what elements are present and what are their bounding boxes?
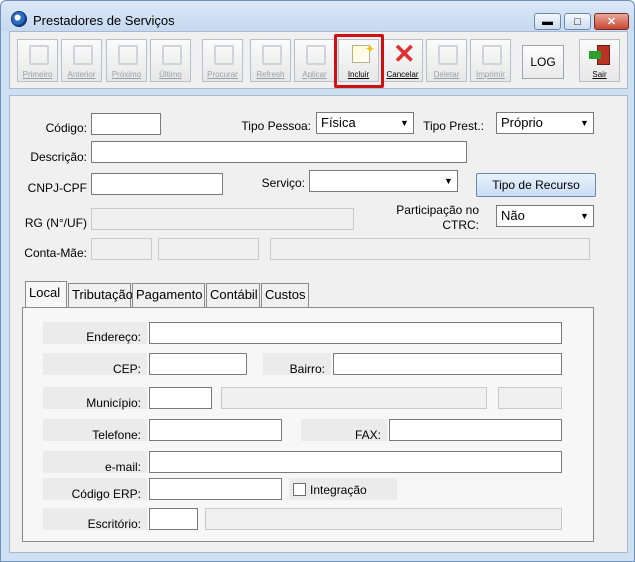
bairro-field[interactable]: [333, 353, 562, 375]
municipio-name-field[interactable]: [221, 387, 487, 409]
search-icon: [214, 45, 234, 65]
cep-field[interactable]: [149, 353, 247, 375]
participacao-value: Não: [501, 208, 525, 223]
print-button[interactable]: Imprimir: [470, 39, 511, 82]
first-button[interactable]: Primeiro: [17, 39, 58, 82]
rg-label: RG (N°/UF): [24, 216, 87, 230]
tipo-prest-select[interactable]: Próprio ▼: [496, 112, 594, 134]
servico-select[interactable]: ▼: [309, 170, 458, 192]
tipo-prest-value: Próprio: [501, 115, 543, 130]
codigo-erp-field[interactable]: [149, 478, 282, 500]
cnpj-cpf-field[interactable]: [91, 173, 223, 195]
tab-custos[interactable]: Custos: [261, 283, 309, 307]
conta-mae-field-2[interactable]: [158, 238, 259, 260]
search-button[interactable]: Procurar: [202, 39, 243, 82]
chevron-down-icon: ▼: [400, 118, 409, 128]
cancel-icon: ✕: [393, 39, 416, 69]
tab-tributacao[interactable]: Tributação: [68, 283, 133, 307]
servico-label: Serviço:: [261, 176, 305, 190]
bairro-label: Bairro:: [289, 362, 325, 376]
escritorio-name-field[interactable]: [205, 508, 562, 530]
cep-label: CEP:: [112, 362, 141, 376]
apply-button[interactable]: Aplicar: [294, 39, 335, 82]
tab-contabil[interactable]: Contábil: [206, 283, 260, 307]
chevron-down-icon: ▼: [580, 211, 589, 221]
app-icon: [11, 11, 27, 27]
close-button[interactable]: ✕: [594, 13, 629, 30]
endereco-label: Endereço:: [86, 330, 141, 344]
next-button[interactable]: Próximo: [106, 39, 147, 82]
municipio-label: Município:: [86, 396, 141, 410]
participacao-label-line1: Participação no: [396, 203, 479, 217]
cancel-button[interactable]: ✕ Cancelar: [382, 39, 423, 82]
log-button[interactable]: LOG: [522, 45, 564, 79]
fax-label: FAX:: [354, 428, 381, 442]
integracao-checkbox[interactable]: [293, 483, 306, 496]
fax-field[interactable]: [389, 419, 562, 441]
close-icon: ✕: [606, 16, 617, 28]
descricao-field[interactable]: [91, 141, 467, 163]
conta-mae-field-3[interactable]: [270, 238, 590, 260]
exit-button[interactable]: Sair: [579, 39, 620, 82]
previous-button[interactable]: Anterior: [61, 39, 102, 82]
codigo-label: Código:: [45, 121, 87, 135]
first-icon: [29, 45, 49, 65]
cnpj-cpf-label: CNPJ-CPF: [27, 181, 87, 195]
minimize-button[interactable]: ▬: [534, 13, 561, 30]
next-icon: [118, 45, 138, 65]
delete-icon: [438, 45, 458, 65]
codigo-field[interactable]: [91, 113, 161, 135]
integracao-label: Integração: [310, 483, 367, 497]
tab-local[interactable]: Local: [25, 281, 67, 309]
email-field[interactable]: [149, 451, 562, 473]
apply-icon: [306, 45, 326, 65]
telefone-label: Telefone:: [92, 428, 141, 442]
telefone-field[interactable]: [149, 419, 282, 441]
exit-door-icon: [589, 45, 611, 65]
chevron-down-icon: ▼: [444, 176, 453, 186]
refresh-icon: [262, 45, 282, 65]
conta-mae-label: Conta-Mãe:: [24, 246, 87, 260]
tipo-recurso-button[interactable]: Tipo de Recurso: [476, 173, 596, 197]
escritorio-code-field[interactable]: [149, 508, 198, 530]
conta-mae-field-1[interactable]: [91, 238, 152, 260]
maximize-button[interactable]: □: [564, 13, 591, 30]
codigo-erp-label: Código ERP:: [71, 487, 141, 501]
participacao-label-line2: CTRC:: [442, 218, 479, 232]
chevron-down-icon: ▼: [580, 118, 589, 128]
email-label: e-mail:: [104, 460, 141, 474]
endereco-field[interactable]: [149, 322, 562, 344]
municipio-code-field[interactable]: [149, 387, 212, 409]
tipo-pessoa-label: Tipo Pessoa:: [241, 119, 311, 133]
rg-field[interactable]: [91, 208, 354, 230]
tipo-pessoa-value: Física: [321, 115, 356, 130]
window: Prestadores de Serviços ▬ □ ✕ Primeiro A…: [0, 0, 635, 562]
tipo-pessoa-select[interactable]: Física ▼: [316, 112, 414, 134]
refresh-button[interactable]: Refresh: [250, 39, 291, 82]
title-bar: Prestadores de Serviços ▬ □ ✕: [1, 1, 634, 31]
descricao-label: Descrição:: [30, 150, 87, 164]
printer-icon: [482, 45, 502, 65]
escritorio-label: Escritório:: [87, 517, 141, 531]
previous-icon: [73, 45, 93, 65]
maximize-icon: □: [574, 16, 581, 28]
include-highlight: [334, 34, 384, 88]
municipio-uf-field[interactable]: [498, 387, 562, 409]
tipo-prest-label: Tipo Prest.:: [423, 119, 484, 133]
delete-button[interactable]: Deletar: [426, 39, 467, 82]
last-icon: [162, 45, 182, 65]
minimize-icon: ▬: [542, 16, 553, 28]
participacao-select[interactable]: Não ▼: [496, 205, 594, 227]
tab-pagamento[interactable]: Pagamento: [132, 283, 205, 307]
last-button[interactable]: Último: [150, 39, 191, 82]
window-title: Prestadores de Serviços: [33, 13, 175, 28]
